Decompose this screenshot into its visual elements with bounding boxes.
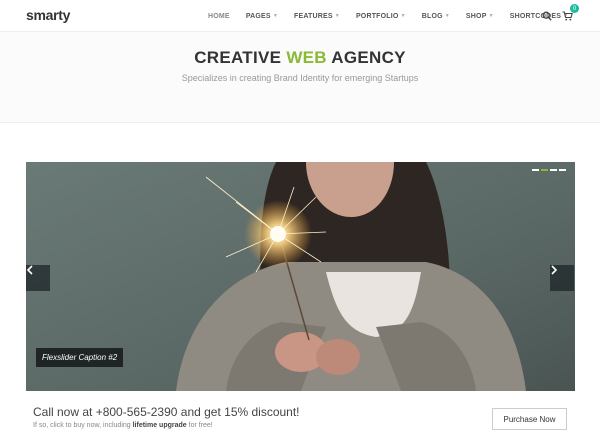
cta-subtext-bold: lifetime upgrade xyxy=(132,422,187,429)
title-part: CREATIVE xyxy=(194,48,287,67)
nav-item-label: SHOP xyxy=(465,12,487,20)
slider-dot[interactable] xyxy=(559,169,566,171)
header-icons: 0 xyxy=(540,0,580,32)
nav-item-label: PAGES xyxy=(245,12,271,20)
site-logo[interactable]: smarty xyxy=(26,7,70,23)
slider-pagination xyxy=(532,169,566,171)
image-slider[interactable]: Flexslider Caption #2 xyxy=(26,162,575,391)
chevron-down-icon: ▼ xyxy=(488,13,494,19)
slide-caption: Flexslider Caption #2 xyxy=(36,348,124,367)
title-accent: WEB xyxy=(286,48,327,67)
nav-item-label: BLOG xyxy=(421,12,443,20)
page-subtitle: Specializes in creating Brand Identity f… xyxy=(181,73,419,83)
nav-item-label: FEATURES xyxy=(293,12,333,20)
slider-prev-button[interactable] xyxy=(26,265,50,291)
search-button[interactable] xyxy=(540,9,554,23)
nav-item-shop[interactable]: SHOP ▼ xyxy=(458,0,502,32)
nav-item-label: PORTFOLIO xyxy=(355,12,399,20)
slider-dot[interactable] xyxy=(532,169,539,171)
nav-item-label: HOME xyxy=(208,12,230,20)
nav-item-pages[interactable]: PAGES ▼ xyxy=(238,0,286,32)
chevron-down-icon: ▼ xyxy=(272,13,278,19)
slider-next-button[interactable] xyxy=(550,265,574,291)
cta-headline: Call now at +800-565-2390 and get 15% di… xyxy=(33,405,300,419)
cta-subtext: If so, click to buy now, including lifet… xyxy=(33,422,213,429)
main-nav: HOME PAGES ▼ FEATURES ▼ PORTFOLIO ▼ BLOG ▼ S… xyxy=(200,0,576,32)
cart-count-badge: 0 xyxy=(570,4,579,13)
nav-item-portfolio[interactable]: PORTFOLIO ▼ xyxy=(348,0,414,32)
cart-button[interactable]: 0 xyxy=(560,4,579,23)
chevron-down-icon: ▼ xyxy=(400,13,406,19)
title-part: AGENCY xyxy=(326,48,406,67)
cta-subtext-part: If so, click to buy now, including xyxy=(33,422,133,429)
nav-item-home[interactable]: HOME xyxy=(200,0,238,32)
slider-dot[interactable] xyxy=(550,169,557,171)
slider-dot-active[interactable] xyxy=(541,169,548,171)
search-icon xyxy=(542,11,552,21)
chevron-down-icon: ▼ xyxy=(334,13,340,19)
purchase-now-button[interactable]: Purchase Now xyxy=(492,408,567,430)
cta-subtext-part: for free! xyxy=(186,422,213,429)
nav-item-features[interactable]: FEATURES ▼ xyxy=(286,0,348,32)
site-header: smarty HOME PAGES ▼ FEATURES ▼ PORTFOLIO ▼ … xyxy=(0,0,600,32)
chevron-left-icon xyxy=(26,265,33,275)
nav-item-blog[interactable]: BLOG ▼ xyxy=(414,0,458,32)
chevron-down-icon: ▼ xyxy=(444,13,450,19)
page-title: CREATIVE WEB AGENCY xyxy=(0,48,600,68)
cart-icon xyxy=(562,11,573,21)
chevron-right-icon xyxy=(551,265,558,275)
